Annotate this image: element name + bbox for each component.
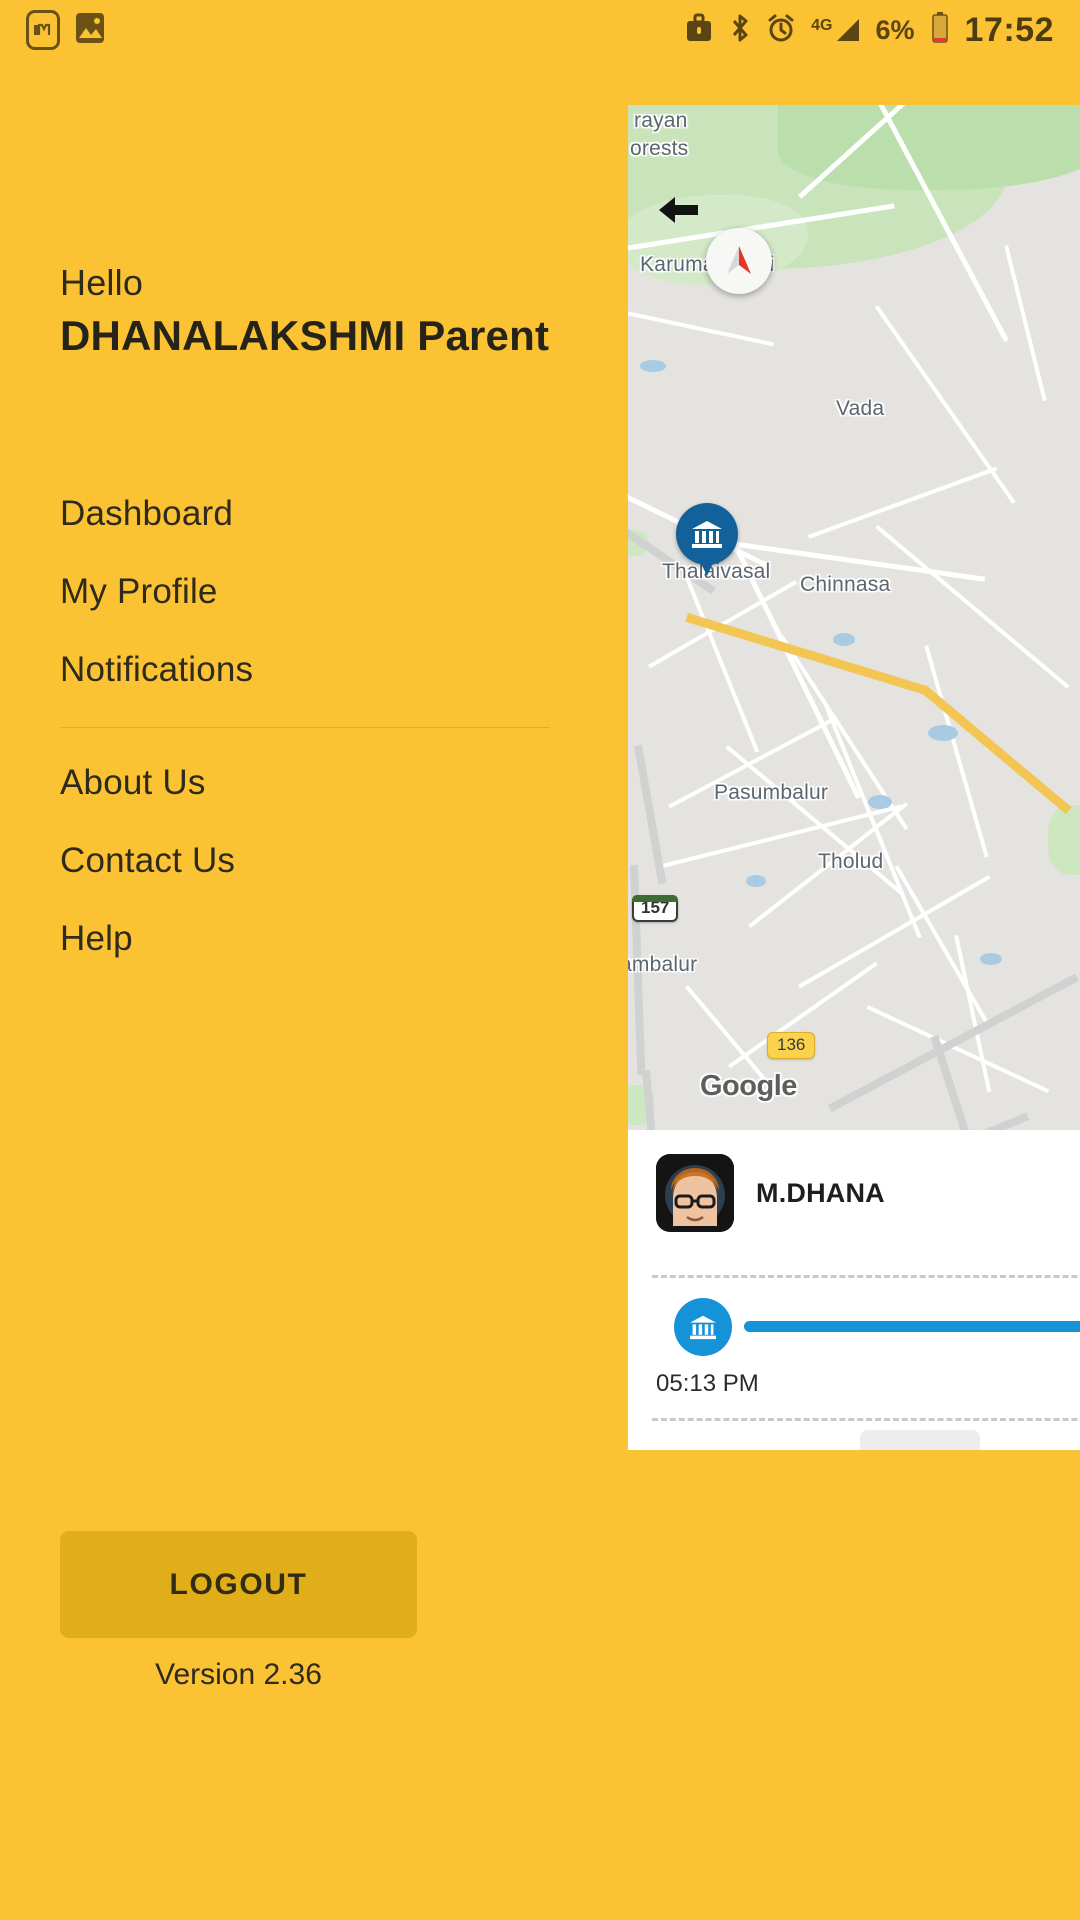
stop-time: 05:13 PM [656, 1370, 759, 1397]
road [924, 645, 989, 858]
network-type-label: 4G [811, 17, 833, 34]
drawer-menu: Dashboard My Profile Notifications About… [60, 475, 550, 978]
map-label-perambalur: ambalur [628, 953, 698, 976]
student-trip-card: M.DHANA 05:13 PM [628, 1130, 1080, 1450]
map-activity: rayan orests Karumandurai Vada Thalaivas… [628, 105, 1080, 1450]
logout-button[interactable]: LOGOUT [60, 1531, 417, 1638]
timeline-divider-bottom [652, 1418, 1080, 1421]
status-bar-right: 4G 6% 17:52 [684, 11, 1080, 50]
map-label-forest-2: orests [630, 137, 689, 160]
card-chip[interactable] [860, 1430, 980, 1450]
battery-low-icon [930, 11, 950, 50]
gallery-icon [74, 10, 106, 51]
bluetooth-icon [729, 12, 751, 49]
map-label-tholudur: Tholud [818, 850, 884, 873]
school-pin-icon[interactable] [676, 503, 738, 576]
menu-item-my-profile[interactable]: My Profile [60, 553, 550, 631]
trip-progress-bar [744, 1321, 1080, 1332]
school-stop-icon[interactable] [674, 1298, 732, 1356]
road [894, 865, 988, 1023]
navigation-drawer: Hello DHANALAKSHMI Parent Dashboard My P… [0, 0, 628, 1920]
google-watermark: Google [700, 1070, 797, 1102]
road [875, 525, 1070, 689]
map-canvas[interactable]: rayan orests Karumandurai Vada Thalaivas… [628, 105, 1080, 1130]
map-label-pasumbalur: Pasumbalur [714, 781, 829, 804]
road [1004, 245, 1047, 402]
user-name: DHANALAKSHMI Parent [60, 312, 550, 359]
water-body [980, 953, 1002, 965]
water-body [746, 875, 766, 887]
signal-bars-icon [836, 19, 859, 41]
menu-item-contact-us[interactable]: Contact Us [60, 822, 550, 900]
water-body [868, 795, 892, 809]
mi-app-icon [26, 10, 60, 50]
road [628, 305, 775, 347]
app-version: Version 2.36 [155, 1658, 322, 1691]
secondary-road [748, 1112, 1030, 1130]
alarm-icon [766, 13, 796, 48]
greeting-label: Hello [60, 262, 144, 303]
map-label-vadakkanandal: Vada [836, 397, 885, 420]
highway-route [920, 685, 1072, 815]
status-bar-left [0, 10, 106, 51]
water-body [640, 360, 666, 372]
compass-icon[interactable] [706, 228, 772, 294]
road [866, 1005, 1050, 1094]
road [808, 466, 998, 539]
secondary-road [634, 745, 667, 885]
student-name: M.DHANA [756, 1177, 885, 1208]
menu-divider [60, 727, 550, 728]
timeline-divider-top [652, 1275, 1080, 1278]
battery-percent: 6% [875, 14, 915, 45]
map-label-forest: rayan [634, 109, 688, 132]
road [874, 305, 1016, 504]
card-header: M.DHANA [628, 1130, 1080, 1232]
network-indicator: 4G [811, 17, 860, 43]
water-body [928, 725, 958, 741]
student-avatar[interactable] [656, 1154, 734, 1232]
menu-item-dashboard[interactable]: Dashboard [60, 475, 550, 553]
map-label-chinnasalem: Chinnasa [800, 573, 891, 596]
highway-route [685, 613, 928, 695]
route-shield-157: 157 [632, 895, 679, 922]
green-patch [1048, 805, 1080, 875]
menu-item-help[interactable]: Help [60, 900, 550, 978]
road [684, 575, 760, 753]
menu-item-about-us[interactable]: About Us [60, 744, 550, 822]
status-bar: 4G 6% 17:52 [0, 0, 1080, 60]
back-arrow-icon[interactable] [648, 180, 708, 240]
status-bar-clock: 17:52 [964, 10, 1054, 49]
route-shield-136: 136 [767, 1032, 816, 1059]
briefcase-icon [684, 13, 714, 48]
water-body [833, 633, 855, 646]
menu-item-notifications[interactable]: Notifications [60, 631, 550, 709]
